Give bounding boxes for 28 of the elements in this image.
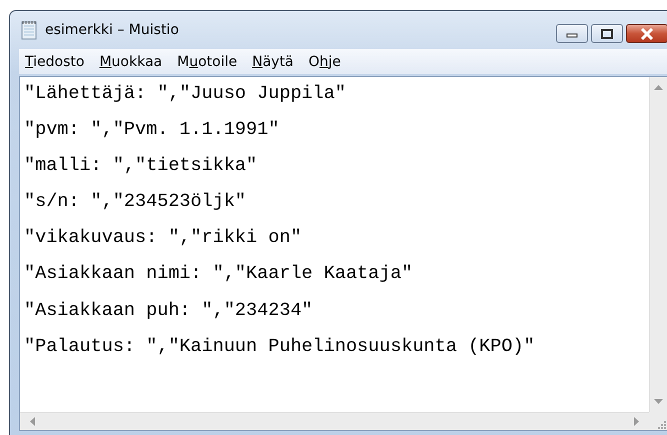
text-line: "malli: ","tietsikka" (24, 156, 258, 176)
minimize-button[interactable] (556, 24, 588, 43)
up-arrow-icon[interactable] (654, 83, 663, 92)
text-line: "Asiakkaan nimi: ","Kaarle Kaataja" (24, 264, 414, 284)
text-line: "vikakuvaus: ","rikki on" (24, 228, 303, 248)
horizontal-scrollbar[interactable] (20, 412, 649, 430)
close-button[interactable] (626, 24, 667, 43)
vertical-scrollbar[interactable] (649, 77, 667, 412)
right-arrow-icon[interactable] (632, 417, 641, 426)
maximize-icon (601, 28, 613, 38)
left-arrow-icon[interactable] (28, 417, 37, 426)
notepad-icon (21, 20, 37, 40)
window-title: esimerkki – Muistio (45, 22, 179, 38)
close-icon (640, 28, 654, 40)
maximize-button[interactable] (591, 24, 623, 43)
menu-item[interactable]: Ohje (302, 54, 347, 70)
text-line: "Lähettäjä: ","Juuso Juppila" (24, 84, 347, 103)
text-line: "s/n: ","234523öljk" (24, 192, 248, 212)
menu-item[interactable]: Muotoile (171, 54, 244, 70)
menu-item[interactable]: Muokkaa (93, 54, 168, 70)
text-line: "pvm: ","Pvm. 1.1.1991" (24, 120, 280, 140)
down-arrow-icon[interactable] (654, 397, 663, 406)
text-line: "Palautus: ","Kainuun Puhelinosuuskunta (KPO)" (24, 336, 536, 356)
resize-grip-icon[interactable] (655, 418, 667, 430)
text-area[interactable] (19, 76, 667, 431)
text-line: "Asiakkaan puh: ","234234" (24, 300, 314, 320)
menu-item[interactable]: Tiedosto (19, 54, 90, 70)
menu-item[interactable]: Näytä (246, 54, 300, 70)
